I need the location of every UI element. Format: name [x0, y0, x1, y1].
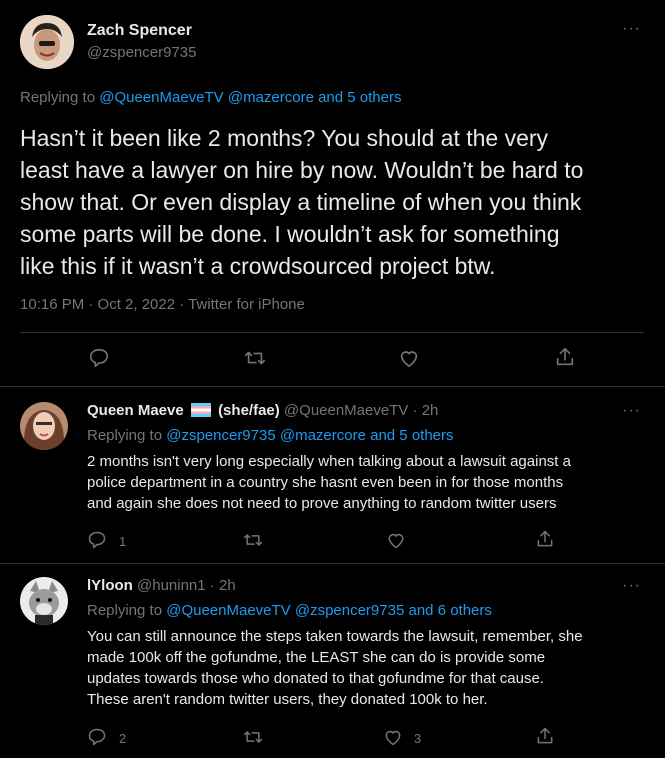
reply-count: 2	[119, 731, 127, 746]
tweet-line: like this if it wasn’t a crowdsourced pr…	[20, 253, 496, 279]
timestamp[interactable]: · 2h	[210, 577, 236, 594]
avatar[interactable]	[20, 577, 68, 625]
author-handle[interactable]: @zspencer9735	[87, 44, 196, 61]
trans-flag-icon	[190, 403, 211, 421]
replying-prefix: Replying to	[87, 602, 163, 619]
share-icon[interactable]	[554, 346, 576, 368]
replying-mentions[interactable]: @QueenMaeveTV @mazercore	[99, 89, 314, 106]
replying-to: Replying to @QueenMaeveTV @mazercore and…	[20, 89, 402, 106]
author-name[interactable]: Queen Maeve	[87, 402, 184, 419]
tweet-line: least have a lawyer on hire by now. Woul…	[20, 157, 584, 183]
more-options-icon[interactable]: ···	[622, 577, 641, 595]
tweet-meta[interactable]: 10:16 PM · Oct 2, 2022 · Twitter for iPh…	[20, 296, 305, 313]
avatar[interactable]	[20, 402, 68, 450]
replying-to: Replying to @zspencer9735 @mazercore and…	[87, 427, 454, 444]
author-name[interactable]: lYloon	[87, 577, 133, 594]
like-count: 3	[414, 731, 422, 746]
author-name[interactable]: Zach Spencer	[87, 22, 192, 40]
tweet-body: Hasn’t it been like 2 months? You should…	[20, 122, 583, 282]
replying-to: Replying to @QueenMaeveTV @zspencer9735 …	[87, 602, 492, 619]
timestamp[interactable]: · 2h	[413, 402, 439, 419]
replying-others[interactable]: and 6 others	[408, 602, 491, 619]
pronouns: (she/fae)	[218, 402, 280, 419]
tweet-line: made 100k off the gofundme, the LEAST sh…	[87, 649, 546, 666]
tweet-body: 2 months isn't very long especially when…	[87, 451, 571, 514]
reply-count: 1	[119, 534, 127, 549]
more-options-icon[interactable]: ···	[622, 402, 641, 420]
tweet-line: and again she does not need to prove any…	[87, 495, 557, 512]
tweet-line: Hasn’t it been like 2 months? You should…	[20, 125, 549, 151]
share-icon[interactable]	[535, 529, 555, 549]
reply-header: Queen Maeve (she/fae) @QueenMaeveTV · 2h	[87, 402, 438, 421]
like-icon[interactable]	[383, 727, 403, 747]
replying-mentions[interactable]: @zspencer9735 @mazercore	[166, 427, 366, 444]
replying-prefix: Replying to	[87, 427, 163, 444]
like-icon[interactable]	[386, 530, 406, 550]
like-icon[interactable]	[398, 347, 420, 369]
replying-others[interactable]: and 5 others	[318, 89, 401, 106]
retweet-icon[interactable]	[243, 347, 267, 369]
retweet-icon[interactable]	[242, 530, 264, 550]
reply-icon[interactable]	[87, 530, 107, 550]
author-handle[interactable]: @huninn1	[137, 577, 206, 594]
tweet-line: some parts will be done. I wouldn’t ask …	[20, 221, 560, 247]
tweet-line: police department in a country she hasnt…	[87, 474, 564, 491]
replying-others[interactable]: and 5 others	[370, 427, 453, 444]
retweet-icon[interactable]	[242, 727, 264, 747]
replying-prefix: Replying to	[20, 89, 96, 106]
divider	[0, 563, 665, 564]
reply-icon[interactable]	[88, 347, 110, 369]
tweet-line: These aren't random twitter users, they …	[87, 691, 488, 708]
author-handle[interactable]: @QueenMaeveTV	[284, 402, 408, 419]
more-options-icon[interactable]: ···	[622, 20, 641, 38]
tweet-line: You can still announce the steps taken t…	[87, 628, 583, 645]
divider	[0, 386, 665, 387]
replying-mentions[interactable]: @QueenMaeveTV @zspencer9735	[166, 602, 404, 619]
tweet-line: updates towards those who donated to tha…	[87, 670, 544, 687]
avatar[interactable]	[20, 15, 74, 69]
tweet-body: You can still announce the steps taken t…	[87, 626, 583, 710]
reply-icon[interactable]	[87, 727, 107, 747]
divider	[20, 332, 644, 333]
tweet-line: show that. Or even display a timeline of…	[20, 189, 582, 215]
reply-header: lYloon @huninn1 · 2h	[87, 577, 236, 594]
tweet-line: 2 months isn't very long especially when…	[87, 453, 571, 470]
share-icon[interactable]	[535, 726, 555, 746]
